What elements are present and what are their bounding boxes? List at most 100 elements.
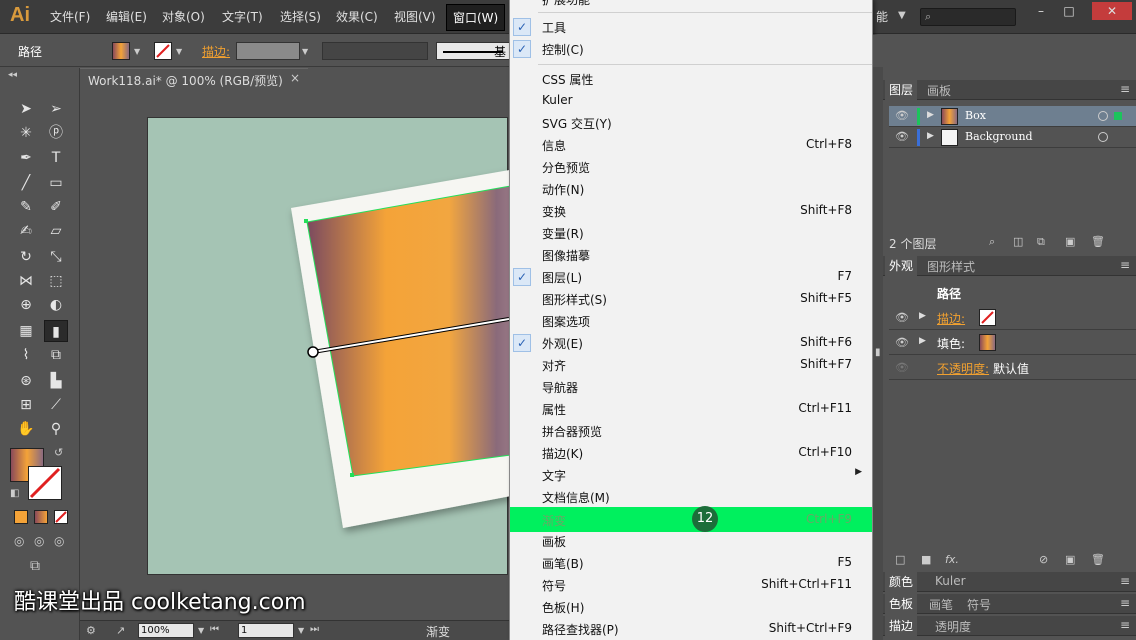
fill-swatch[interactable] [112,42,130,60]
appearance-fill-row[interactable]: 👁 ▶ 填色: [889,330,1136,355]
tab-kuler[interactable]: Kuler [931,574,970,588]
menu-item-graphic-styles[interactable]: 图形样式(S) Shift+F5 [510,288,872,310]
workspace-label[interactable]: 能 [876,8,888,25]
fill-swatch[interactable] [979,334,996,351]
menu-window[interactable]: 窗口(W) [446,4,506,31]
swatches-panel-menu-icon[interactable]: ≡ [1120,596,1130,610]
fill-dropdown-icon[interactable]: ▼ [134,47,140,56]
menu-item-kuler[interactable]: Kuler [510,90,872,112]
gradient-tool-icon[interactable]: ▮ [44,320,68,342]
draw-normal-icon[interactable]: ◎ [14,534,24,548]
menu-item-gradient[interactable]: 渐变 12 Ctrl+F9 [510,506,872,532]
appearance-stroke-row[interactable]: 👁 ▶ 描边: [889,305,1136,330]
visibility-eye-icon[interactable]: 👁 [895,311,909,324]
close-icon[interactable]: ✕ [1092,2,1132,20]
expand-triangle-icon[interactable]: ▶ [919,311,926,321]
menu-item-align[interactable]: 对齐 Shift+F7 [510,354,872,376]
last-page-icon[interactable]: ⏭ [310,624,319,635]
tab-appearance[interactable]: 外观 [885,256,918,276]
menu-item-transform[interactable]: 变换 Shift+F8 [510,200,872,222]
layer-name[interactable]: Box [965,109,986,122]
visibility-eye-icon[interactable]: 👁 [895,361,909,374]
layer-row-box[interactable]: 👁 ▶ Box [889,106,1136,127]
stroke-panel-menu-icon[interactable]: ≡ [1120,618,1130,632]
dock-scroll-handle[interactable]: ▮ [875,347,881,358]
type-tool-icon[interactable]: T [44,147,68,169]
artboard-tool-icon[interactable]: ⊞ [14,394,38,416]
menu-item-extensions[interactable]: 扩展功能 ▶ [510,0,872,10]
selection-tool-icon[interactable]: ➤ [14,98,38,120]
menu-type[interactable]: 文字(T) [222,8,263,25]
tab-swatches[interactable]: 色板 [885,594,918,614]
eyedropper-tool-icon[interactable]: ⌇ [14,344,38,366]
width-tool-icon[interactable]: ⋈ [14,270,38,292]
stroke-swatch[interactable] [154,42,172,60]
menu-item-flattener-preview[interactable]: 拼合器预览 [510,420,872,442]
lasso-tool-icon[interactable]: ⓟ [44,122,68,144]
first-page-icon[interactable]: ⏮ [210,624,219,635]
menu-view[interactable]: 视图(V) [394,8,436,25]
add-new-fill-icon[interactable]: ■ [921,553,931,566]
scale-tool-icon[interactable]: ⤡ [44,246,68,268]
close-tab-icon[interactable]: × [290,71,300,85]
duplicate-item-icon[interactable]: ▣ [1065,553,1075,566]
menu-item-layers[interactable]: ✓ 图层(L) F7 [510,266,872,288]
dropdown-arrow-icon[interactable]: ▼ [898,10,906,21]
expand-triangle-icon[interactable]: ▶ [927,131,934,141]
menu-item-stroke[interactable]: 描边(K) Ctrl+F10 [510,442,872,464]
menu-item-swatches[interactable]: 色板(H) [510,596,872,618]
clear-appearance-icon[interactable]: ⊘ [1039,553,1048,566]
menu-object[interactable]: 对象(O) [162,8,205,25]
artboard[interactable] [147,117,509,575]
draw-inside-icon[interactable]: ◎ [54,534,64,548]
canvas-area[interactable] [80,90,509,620]
add-new-stroke-icon[interactable]: □ [895,553,905,566]
trash-icon[interactable]: 🗑 [1091,235,1105,248]
menu-item-pattern-options[interactable]: 图案选项 [510,310,872,332]
tab-color[interactable]: 颜色 [885,572,918,592]
menu-item-navigator[interactable]: 导航器 [510,376,872,398]
new-sublayer-icon[interactable]: ⧉ [1037,235,1045,249]
variable-width-dropdown[interactable] [322,42,428,60]
export-icon[interactable]: ↗ [116,624,125,637]
visibility-eye-icon[interactable]: 👁 [895,336,909,349]
menu-item-type[interactable]: 文字 ▶ [510,464,872,486]
new-layer-icon[interactable]: ▣ [1065,235,1075,248]
menu-item-document-info[interactable]: 文档信息(M) [510,486,872,508]
search-input[interactable]: ⌕ [920,8,1016,26]
make-clipping-mask-icon[interactable]: ◫ [1013,235,1023,248]
pen-tool-icon[interactable]: ✒ [14,147,38,169]
zoom-field[interactable]: 100% [138,623,194,638]
free-transform-tool-icon[interactable]: ⬚ [44,270,68,292]
color-mode-icon[interactable] [14,510,28,524]
hand-tool-icon[interactable]: ✋ [14,418,38,440]
stroke-weight-label[interactable]: 描边: [202,43,230,60]
selection-indicator[interactable] [1114,112,1122,120]
menu-item-actions[interactable]: 动作(N) [510,178,872,200]
layers-panel-menu-icon[interactable]: ≡ [1120,82,1130,96]
live-paint-tool-icon[interactable]: ◐ [44,294,68,316]
none-mode-icon[interactable] [54,510,68,524]
menu-edit[interactable]: 编辑(E) [106,8,147,25]
appearance-panel-menu-icon[interactable]: ≡ [1120,258,1130,272]
slice-tool-icon[interactable]: ⟋ [44,394,68,416]
appearance-opacity-row[interactable]: 👁 不透明度: 默认值 [889,355,1136,380]
locate-object-icon[interactable]: ⌕ [989,235,995,249]
tab-brushes[interactable]: 画笔 [925,596,957,613]
column-graph-tool-icon[interactable]: ▙ [44,370,68,392]
stroke-color-swatch[interactable] [28,466,62,500]
menu-effect[interactable]: 效果(C) [336,8,378,25]
pencil-tool-icon[interactable]: ✐ [44,196,68,218]
page-dropdown-icon[interactable]: ▼ [298,626,304,635]
menu-file[interactable]: 文件(F) [50,8,90,25]
menu-item-attributes[interactable]: 属性 Ctrl+F11 [510,398,872,420]
default-colors-icon[interactable]: ◧ [10,488,19,499]
page-field[interactable]: 1 [238,623,294,638]
blend-tool-icon[interactable]: ⧉ [44,344,68,366]
visibility-eye-icon[interactable]: 👁 [895,109,909,122]
menu-item-tools[interactable]: ✓ 工具 [510,16,872,38]
stroke-weight-dropdown-icon[interactable]: ▼ [302,47,308,56]
menu-item-control[interactable]: ✓ 控制(C) [510,38,872,60]
target-circle-icon[interactable] [1098,132,1108,142]
gradient-mode-icon[interactable] [34,510,48,524]
